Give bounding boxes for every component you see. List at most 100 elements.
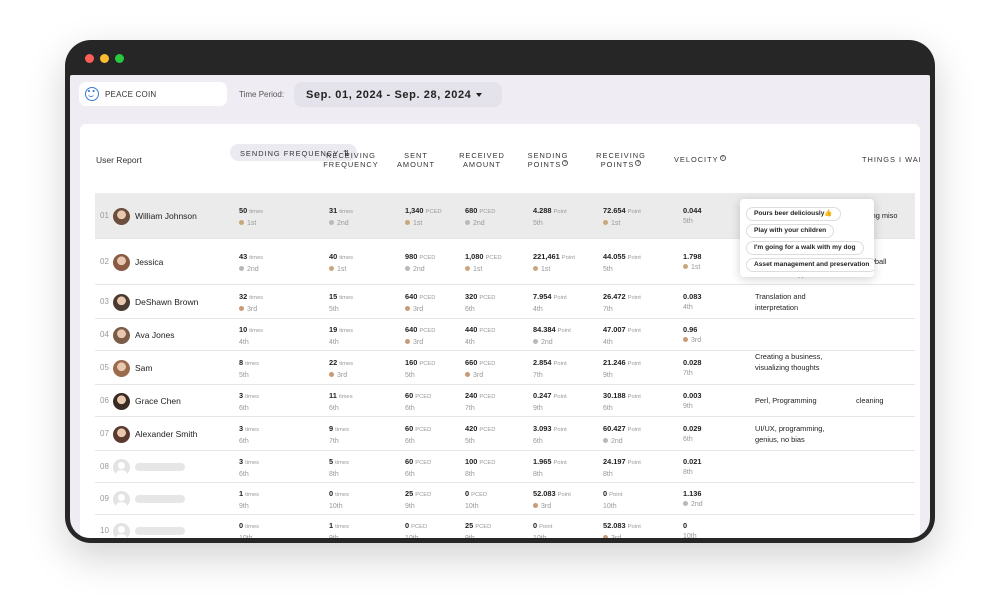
- col-sending-points[interactable]: SENDING POINTS?: [522, 151, 574, 169]
- stat-unit: Point: [557, 492, 571, 498]
- rank-medal-icon: [603, 535, 608, 538]
- stat-unit: Point: [627, 524, 641, 530]
- stat-rank: 4th: [329, 337, 353, 348]
- stat-rank: 1st: [465, 264, 502, 275]
- stat-rank-text: 6th: [603, 405, 613, 412]
- table-row[interactable]: 03 DeShawn Brown 32 times 3rd 15 times 5th 640 PC…: [95, 285, 915, 319]
- stat-rank-text: 10th: [329, 503, 343, 510]
- stat-cell-sa: 160 PCED 5th: [405, 357, 435, 381]
- stat-rank: 5th: [405, 370, 435, 381]
- stat-value: 7.954: [533, 292, 552, 301]
- user-name[interactable]: William Johnson: [135, 211, 197, 221]
- rank-medal-icon: [683, 501, 688, 506]
- stat-rank-text: 4th: [683, 304, 693, 311]
- stat-value: 11: [329, 391, 337, 400]
- stat-cell-ra: 680 PCED 2nd: [465, 205, 495, 229]
- stat-value: 8: [239, 358, 244, 367]
- col-sent-amount[interactable]: SENT AMOUNT: [396, 151, 436, 169]
- stat-cell-sp: 221,461 Point 1st: [533, 251, 575, 275]
- avatar[interactable]: [113, 425, 130, 443]
- stat-cell-sp: 52.083 Point 3rd: [533, 488, 571, 512]
- user-name[interactable]: Grace Chen: [135, 396, 181, 406]
- stat-value: 1: [329, 521, 334, 530]
- stat-unit: Point: [557, 328, 571, 334]
- stat-cell-sa: 0PCED 10th: [405, 520, 427, 538]
- user-name[interactable]: Alexander Smith: [135, 429, 197, 439]
- stat-cell-v: 0.021 8th: [683, 456, 702, 478]
- avatar[interactable]: [113, 359, 130, 377]
- stat-rank: 3rd: [405, 337, 435, 348]
- stat-unit: Point: [627, 295, 641, 301]
- table-row[interactable]: 07 Alexander Smith 3 times 6th 9 times 7th 60 PCE…: [95, 417, 915, 451]
- stat-rank: 4th: [683, 302, 702, 313]
- stat-unit: times: [339, 361, 354, 367]
- stat-value: 47.007: [603, 325, 626, 334]
- stat-rank-text: 1st: [541, 266, 551, 273]
- stat-cell-sf: 3 times 6th: [239, 423, 259, 447]
- table-row[interactable]: 100times10th1times9th0PCED10th25PCED9th0…: [95, 515, 915, 538]
- user-name[interactable]: Jessica: [135, 257, 163, 267]
- stat-cell-sa: 60 PCED 6th: [405, 390, 431, 414]
- stat-value: 420: [465, 424, 478, 433]
- help-icon[interactable]: ?: [635, 160, 642, 166]
- stat-value: 25: [405, 489, 414, 498]
- popup-chip[interactable]: Play with your children: [746, 224, 835, 238]
- popup-chip[interactable]: I'm going for a walk with my dog: [746, 241, 864, 255]
- stat-rank: 1st: [329, 264, 353, 275]
- col-things-i-want[interactable]: THINGS I WAN: [862, 155, 920, 164]
- stat-cell-rp: 47.007 Point 4th: [603, 324, 641, 348]
- stat-rank-text: 9th: [405, 503, 415, 510]
- user-name[interactable]: Sam: [135, 363, 152, 373]
- avatar-placeholder: [113, 522, 130, 538]
- rank-medal-icon: [239, 220, 244, 225]
- stat-cell-v: 0.029 6th: [683, 423, 702, 445]
- stat-value: 4.288: [533, 206, 552, 215]
- stat-cell-sa: 640 PCED 3rd: [405, 324, 435, 348]
- stat-rank-text: 5th: [329, 306, 339, 313]
- maximize-window-icon[interactable]: [115, 54, 124, 63]
- col-receiving-frequency[interactable]: RECEIVING FREQUENCY: [322, 151, 380, 169]
- stat-rank-text: 3rd: [337, 372, 348, 379]
- avatar[interactable]: [113, 253, 130, 271]
- col-received-amount[interactable]: RECEIVED AMOUNT: [458, 151, 506, 169]
- col-velocity[interactable]: VELOCITY?: [674, 155, 726, 164]
- stat-rank: 2nd: [683, 499, 703, 510]
- help-icon[interactable]: ?: [719, 155, 726, 161]
- stat-cell-rp: 52.083Point 3rd: [603, 520, 641, 538]
- avatar[interactable]: [113, 392, 130, 410]
- user-name[interactable]: DeShawn Brown: [135, 297, 198, 307]
- stat-value: 2.854: [533, 358, 552, 367]
- stat-value: 24.197: [603, 457, 626, 466]
- close-window-icon[interactable]: [85, 54, 94, 63]
- table-row[interactable]: 04 Ava Jones 10 times 4th 19 times 4th 640 PCED 3r…: [95, 319, 915, 351]
- minimize-window-icon[interactable]: [100, 54, 109, 63]
- coin-selector[interactable]: PEACE COIN: [79, 82, 227, 106]
- help-icon[interactable]: ?: [562, 160, 569, 166]
- stat-rank-text: 6th: [239, 405, 249, 412]
- time-period-dropdown[interactable]: Sep. 01, 2024 - Sep. 28, 2024: [294, 82, 502, 107]
- rank-medal-icon: [465, 266, 470, 271]
- table-row[interactable]: 05 Sam 8 times 5th 22 times 3rd 160 PCED 5th 660 PCE…: [95, 351, 915, 385]
- stat-rank: 6th: [239, 403, 259, 414]
- avatar[interactable]: [113, 207, 130, 225]
- stat-cell-sf: 0times 10th: [239, 520, 259, 538]
- table-row[interactable]: 06 Grace Chen 3 times 6th 11 times 6th 60 PCED 6th…: [95, 385, 915, 417]
- stat-rank: 4th: [465, 337, 495, 348]
- popup-chip[interactable]: Asset management and preservation: [746, 258, 874, 272]
- stat-cell-ra: 440 PCED 4th: [465, 324, 495, 348]
- avatar[interactable]: [113, 326, 130, 344]
- stat-rank: 7th: [683, 368, 702, 379]
- user-name[interactable]: Ava Jones: [135, 330, 175, 340]
- stat-rank-text: 2nd: [413, 266, 425, 273]
- popup-chip[interactable]: Pours beer deliciously👍: [746, 207, 841, 221]
- stat-cell-v: 1.136 2nd: [683, 488, 703, 510]
- stat-unit: Point: [553, 209, 567, 215]
- table-row[interactable]: 09 1 times 9th 0 times 10th 25 PCED 9th 0 PCED 10th 5…: [95, 483, 915, 515]
- stat-rank: 6th: [405, 436, 431, 447]
- table-row[interactable]: 08 3 times 6th 5 times 8th 60 PCED 6th 100 PCED 8th 1…: [95, 451, 915, 483]
- stat-rank: 10th: [603, 501, 622, 512]
- avatar[interactable]: [113, 293, 130, 311]
- col-receiving-points[interactable]: RECEIVING POINTS?: [592, 151, 650, 169]
- row-number: 10: [100, 526, 109, 535]
- stat-unit: times: [335, 524, 349, 530]
